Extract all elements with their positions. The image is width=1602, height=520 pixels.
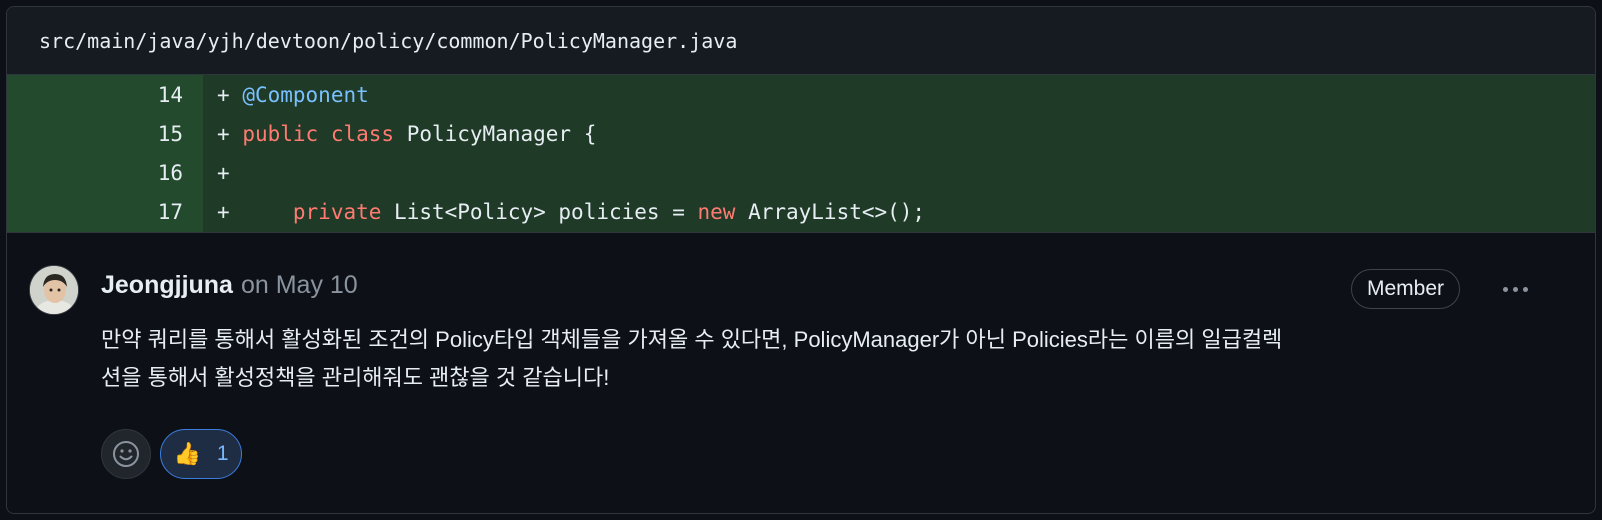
- diff-line: 16 +: [7, 153, 1595, 192]
- line-number[interactable]: 14: [7, 75, 203, 114]
- code-token: new: [697, 200, 736, 224]
- line-number[interactable]: 15: [7, 114, 203, 153]
- reaction-count: 1: [216, 442, 229, 465]
- comment: Jeongjjuna on May 10 Member 만약 쿼리를 통해서 활…: [7, 232, 1595, 479]
- avatar[interactable]: [29, 265, 79, 315]
- comment-date[interactable]: on May 10: [241, 271, 358, 300]
- file-path[interactable]: src/main/java/yjh/devtoon/policy/common/…: [39, 29, 737, 53]
- line-number[interactable]: 16: [7, 153, 203, 192]
- comment-body: 만약 쿼리를 통해서 활성화된 조건의 Policy타입 객체들을 가져올 수 …: [101, 321, 1541, 397]
- code-token: private: [292, 200, 382, 224]
- kebab-dot-icon: [1512, 286, 1518, 292]
- add-reaction-button[interactable]: [101, 429, 151, 479]
- comment-body-line: 만약 쿼리를 통해서 활성화된 조건의 Policy타입 객체들을 가져올 수 …: [101, 327, 1283, 352]
- code-line: +: [203, 161, 230, 185]
- diff-line: 14 + @Component: [7, 75, 1595, 114]
- diff-sign: +: [217, 82, 230, 107]
- review-comment-card: src/main/java/yjh/devtoon/policy/common/…: [6, 6, 1596, 514]
- line-number[interactable]: 17: [7, 192, 203, 232]
- more-options-button[interactable]: [1495, 271, 1535, 307]
- diff-sign: +: [217, 200, 230, 224]
- code-token: List<Policy> policies =: [381, 200, 698, 224]
- code-token: @Component: [242, 82, 369, 107]
- diff-hunk: 14 + @Component 15 + public class Policy…: [7, 75, 1595, 232]
- author-name[interactable]: Jeongjjuna: [101, 271, 233, 300]
- thumbs-up-icon: 👍: [173, 441, 201, 466]
- comment-body-line: 션을 통해서 활성정책을 관리해줘도 괜찮을 것 같습니다!: [101, 365, 610, 390]
- code-line: + private List<Policy> policies = new Ar…: [203, 200, 925, 224]
- code-token: PolicyManager {: [394, 121, 597, 146]
- kebab-dot-icon: [1502, 286, 1508, 292]
- diff-sign: +: [217, 160, 230, 185]
- code-token: ArrayList<>();: [735, 200, 926, 224]
- comment-meta: Jeongjjuna on May 10: [101, 271, 358, 300]
- diff-sign: +: [217, 121, 230, 146]
- avatar-image: [30, 266, 78, 314]
- code-token: public: [242, 121, 319, 146]
- code-line: + public class PolicyManager {: [203, 122, 596, 146]
- code-token: class: [330, 121, 395, 146]
- code-line: + @Component: [203, 83, 369, 107]
- smiley-icon: [113, 441, 139, 467]
- member-badge: Member: [1351, 269, 1461, 309]
- diff-line: 15 + public class PolicyManager {: [7, 114, 1595, 153]
- diff-line: 17 + private List<Policy> policies = new…: [7, 192, 1595, 232]
- kebab-dot-icon: [1522, 286, 1528, 292]
- thumbs-up-reaction-button[interactable]: 👍 1: [160, 429, 242, 479]
- file-path-header[interactable]: src/main/java/yjh/devtoon/policy/common/…: [7, 7, 1595, 75]
